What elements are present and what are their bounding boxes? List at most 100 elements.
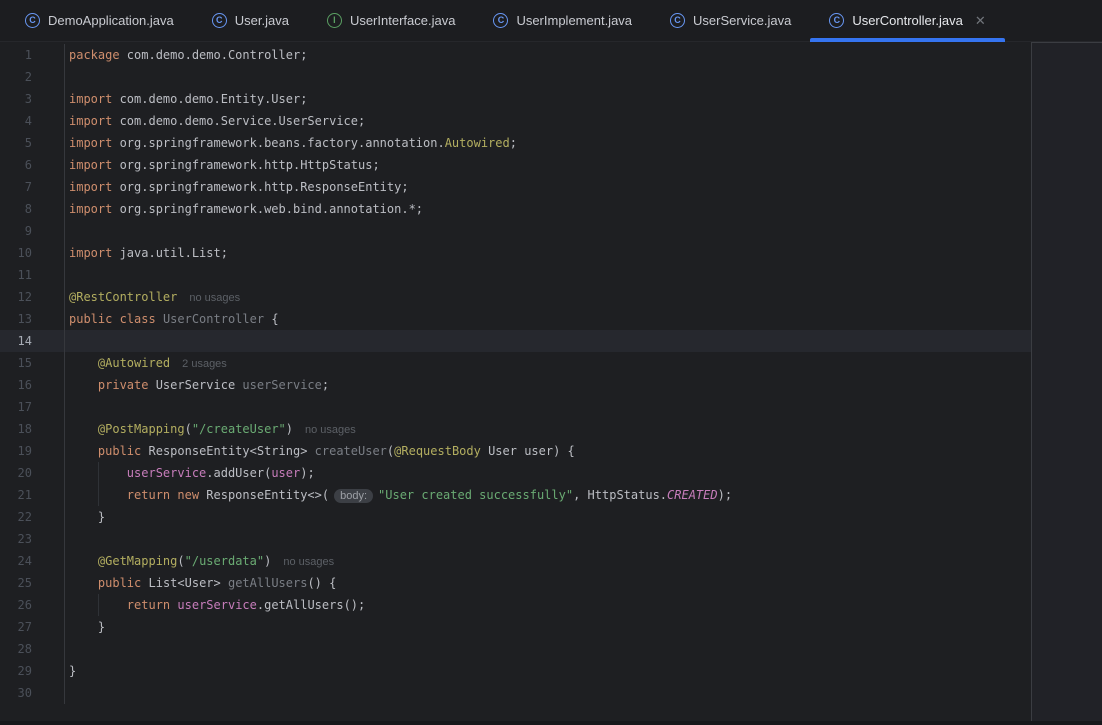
code-text (65, 638, 1031, 660)
line-number[interactable]: 3 (0, 88, 65, 110)
line-number[interactable]: 22 (0, 506, 65, 528)
code-token: userService (242, 378, 321, 392)
line-number[interactable]: 28 (0, 638, 65, 660)
code-token: "/createUser" (192, 422, 286, 436)
indent-guide (98, 484, 99, 506)
code-editor[interactable]: 1package com.demo.demo.Controller;23impo… (0, 42, 1031, 721)
class-file-icon: C (829, 13, 844, 28)
line-number[interactable]: 24 (0, 550, 65, 572)
code-line-18[interactable]: 18 @PostMapping("/createUser")no usages (0, 418, 1031, 440)
code-line-10[interactable]: 10import java.util.List; (0, 242, 1031, 264)
code-token: } (69, 620, 105, 634)
code-token: org.springframework.http.ResponseEntity; (112, 180, 408, 194)
line-number[interactable]: 15 (0, 352, 65, 374)
code-line-9[interactable]: 9 (0, 220, 1031, 242)
code-line-1[interactable]: 1package com.demo.demo.Controller; (0, 44, 1031, 66)
code-line-23[interactable]: 23 (0, 528, 1031, 550)
line-number[interactable]: 14 (0, 330, 65, 352)
line-number[interactable]: 25 (0, 572, 65, 594)
tab-userservice-java[interactable]: CUserService.java (651, 0, 810, 41)
line-number[interactable]: 9 (0, 220, 65, 242)
code-line-20[interactable]: 20 userService.addUser(user); (0, 462, 1031, 484)
code-line-24[interactable]: 24 @GetMapping("/userdata")no usages (0, 550, 1031, 572)
code-line-4[interactable]: 4import com.demo.demo.Service.UserServic… (0, 110, 1031, 132)
line-number[interactable]: 26 (0, 594, 65, 616)
code-token: CREATED (667, 488, 718, 502)
usage-hint: no usages (305, 424, 356, 436)
code-token: userService (127, 466, 206, 480)
code-line-14[interactable]: 14 (0, 330, 1031, 352)
tab-user-java[interactable]: CUser.java (193, 0, 308, 41)
code-line-11[interactable]: 11 (0, 264, 1031, 286)
code-line-6[interactable]: 6import org.springframework.http.HttpSta… (0, 154, 1031, 176)
code-line-27[interactable]: 27 } (0, 616, 1031, 638)
code-line-8[interactable]: 8import org.springframework.web.bind.ann… (0, 198, 1031, 220)
code-line-2[interactable]: 2 (0, 66, 1031, 88)
line-number[interactable]: 2 (0, 66, 65, 88)
line-number[interactable]: 5 (0, 132, 65, 154)
code-token: UserController (163, 312, 264, 326)
code-line-7[interactable]: 7import org.springframework.http.Respons… (0, 176, 1031, 198)
line-number[interactable]: 10 (0, 242, 65, 264)
line-number[interactable]: 30 (0, 682, 65, 704)
code-text (65, 220, 1031, 242)
line-number[interactable]: 17 (0, 396, 65, 418)
code-line-25[interactable]: 25 public List<User> getAllUsers() { (0, 572, 1031, 594)
code-token: .getAllUsers(); (257, 598, 365, 612)
code-line-29[interactable]: 29} (0, 660, 1031, 682)
code-text: } (65, 506, 1031, 528)
line-number[interactable]: 23 (0, 528, 65, 550)
code-line-16[interactable]: 16 private UserService userService; (0, 374, 1031, 396)
code-token: com.demo.demo.Service.UserService; (112, 114, 365, 128)
line-number[interactable]: 1 (0, 44, 65, 66)
line-number[interactable]: 19 (0, 440, 65, 462)
code-line-17[interactable]: 17 (0, 396, 1031, 418)
code-token: return (127, 598, 170, 612)
code-line-13[interactable]: 13public class UserController { (0, 308, 1031, 330)
code-line-26[interactable]: 26 return userService.getAllUsers(); (0, 594, 1031, 616)
line-number[interactable]: 21 (0, 484, 65, 506)
code-line-28[interactable]: 28 (0, 638, 1031, 660)
tab-usercontroller-java[interactable]: CUserController.java✕ (810, 0, 1004, 41)
line-number[interactable]: 27 (0, 616, 65, 638)
code-text: private UserService userService; (65, 374, 1031, 396)
code-line-21[interactable]: 21 return new ResponseEntity<>(body:"Use… (0, 484, 1031, 506)
code-text: import org.springframework.http.HttpStat… (65, 154, 1031, 176)
code-text: } (65, 616, 1031, 638)
line-number[interactable]: 29 (0, 660, 65, 682)
line-number[interactable]: 20 (0, 462, 65, 484)
code-token (156, 312, 163, 326)
tab-label: DemoApplication.java (48, 13, 174, 28)
code-text (65, 396, 1031, 418)
tab-userinterface-java[interactable]: IUserInterface.java (308, 0, 475, 41)
line-number[interactable]: 18 (0, 418, 65, 440)
line-number[interactable]: 12 (0, 286, 65, 308)
line-number[interactable]: 4 (0, 110, 65, 132)
line-number[interactable]: 11 (0, 264, 65, 286)
code-text: import com.demo.demo.Entity.User; (65, 88, 1031, 110)
code-token: @RequestBody (394, 444, 481, 458)
code-line-22[interactable]: 22 } (0, 506, 1031, 528)
line-number[interactable]: 16 (0, 374, 65, 396)
code-line-3[interactable]: 3import com.demo.demo.Entity.User; (0, 88, 1031, 110)
line-number[interactable]: 8 (0, 198, 65, 220)
line-number[interactable]: 6 (0, 154, 65, 176)
code-line-19[interactable]: 19 public ResponseEntity<String> createU… (0, 440, 1031, 462)
line-number[interactable]: 7 (0, 176, 65, 198)
code-token (69, 378, 98, 392)
line-number[interactable]: 13 (0, 308, 65, 330)
tab-label: UserImplement.java (516, 13, 632, 28)
code-token (69, 444, 98, 458)
code-line-15[interactable]: 15 @Autowired2 usages (0, 352, 1031, 374)
code-text (65, 528, 1031, 550)
code-token: import (69, 136, 112, 150)
tab-demoapplication-java[interactable]: CDemoApplication.java (6, 0, 193, 41)
code-line-12[interactable]: 12@RestControllerno usages (0, 286, 1031, 308)
close-tab-icon[interactable]: ✕ (975, 14, 986, 27)
code-text: @Autowired2 usages (65, 352, 1031, 374)
code-token: public (98, 444, 141, 458)
tab-userimplement-java[interactable]: CUserImplement.java (474, 0, 651, 41)
code-line-5[interactable]: 5import org.springframework.beans.factor… (0, 132, 1031, 154)
code-token: .addUser( (206, 466, 271, 480)
code-line-30[interactable]: 30 (0, 682, 1031, 704)
